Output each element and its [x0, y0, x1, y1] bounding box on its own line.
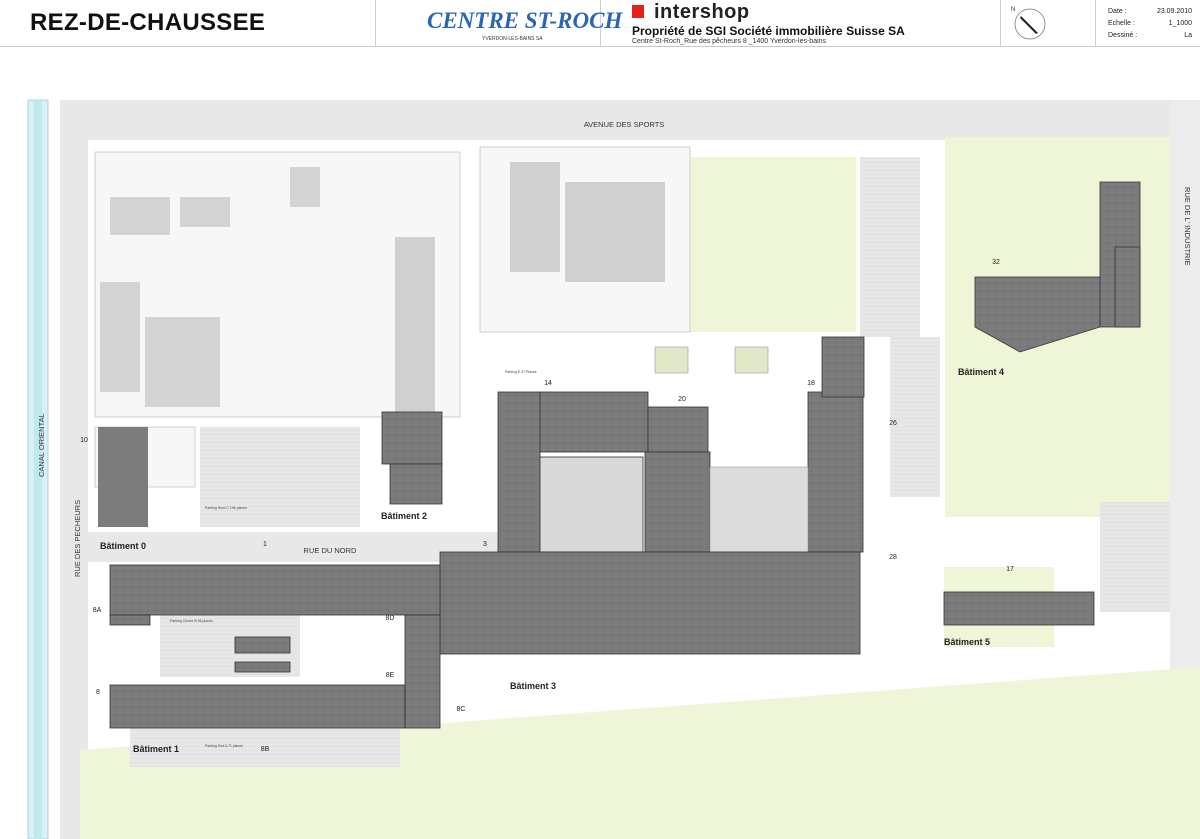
- owner-text: Propriété de SGI Société immobilière Sui…: [632, 24, 905, 38]
- date-value: 23.09.2010: [1156, 8, 1192, 15]
- pecheurs-road: [60, 100, 88, 839]
- drawn-by-label: Dessiné :: [1108, 32, 1138, 39]
- building-5-label: Bâtiment 5: [944, 637, 990, 647]
- centre-st-roch-logo: CENTRE ST-ROCH: [427, 8, 623, 33]
- parking-nord: [200, 427, 360, 527]
- green-area-north: [690, 157, 856, 332]
- scale-value: 1_1000: [1168, 20, 1192, 27]
- building-5-footprint: [943, 591, 1095, 626]
- entrance-8: 8: [96, 689, 100, 696]
- entrance-10: 10: [80, 437, 88, 444]
- entrance-3: 3: [483, 541, 487, 548]
- entrance-20: 20: [678, 396, 686, 403]
- parking-sud-label: Parking Sud A 71 places: [205, 744, 243, 748]
- scale-label: Echelle :: [1108, 20, 1135, 27]
- building-2-label: Bâtiment 2: [381, 511, 427, 521]
- date-label: Date :: [1108, 8, 1127, 15]
- north-arrow-icon: [1014, 8, 1046, 40]
- page-title: REZ-DE-CHAUSSEE: [30, 9, 266, 36]
- entrance-8d: 8D: [386, 615, 395, 622]
- building-0-label: Bâtiment 0: [100, 541, 146, 551]
- drawn-by-value: La: [1184, 32, 1192, 39]
- building-2-footprint: [381, 411, 443, 465]
- entrance-14: 14: [544, 380, 552, 387]
- parking-east-strip: [860, 157, 920, 337]
- street-rue-des-pecheurs: RUE DES PECHEURS: [73, 500, 82, 577]
- site-plan: AVENUE DES SPORTS RUE DE L' INDUSTRIE CA…: [0, 47, 1200, 839]
- street-rue-du-nord: RUE DU NORD: [304, 546, 358, 555]
- entrance-8e: 8E: [386, 672, 395, 679]
- entrance-8a: 8A: [93, 607, 102, 614]
- entrance-18: 18: [807, 380, 815, 387]
- parking-e-label: Parking E 37 Places: [505, 370, 537, 374]
- street-rue-industrie: RUE DE L' INDUSTRIE: [1183, 187, 1192, 266]
- address-text: Centre St-Roch_Rue des pêcheurs 8 _1400 …: [632, 38, 827, 45]
- entrance-28: 28: [889, 554, 897, 561]
- entrance-26: 26: [889, 420, 897, 427]
- entrance-1: 1: [263, 541, 267, 548]
- entrance-17: 17: [1006, 566, 1014, 573]
- building-0-footprint: [98, 427, 148, 527]
- entrance-8c: 8C: [457, 706, 466, 713]
- entrance-8b: 8B: [261, 746, 270, 753]
- parking-nord-label: Parking Nord C 196 places: [205, 506, 247, 510]
- centre-st-roch-logo-subtitle: YVERDON-LES-BAINS SA: [482, 36, 543, 42]
- street-avenue-des-sports: AVENUE DES SPORTS: [584, 120, 665, 129]
- building-1-label: Bâtiment 1: [133, 744, 179, 754]
- parking-centre-label: Parking Centre B 56 places: [170, 619, 213, 623]
- building-3-label: Bâtiment 3: [510, 681, 556, 691]
- street-canal-oriental: CANAL ORIENTAL: [37, 413, 46, 477]
- entrance-32: 32: [992, 259, 1000, 266]
- building-4-label: Bâtiment 4: [958, 367, 1004, 377]
- intershop-logo-icon: [632, 5, 644, 18]
- title-block: REZ-DE-CHAUSSEE CENTRE ST-ROCH YVERDON-L…: [0, 0, 1200, 47]
- intershop-logo: intershop: [654, 1, 750, 23]
